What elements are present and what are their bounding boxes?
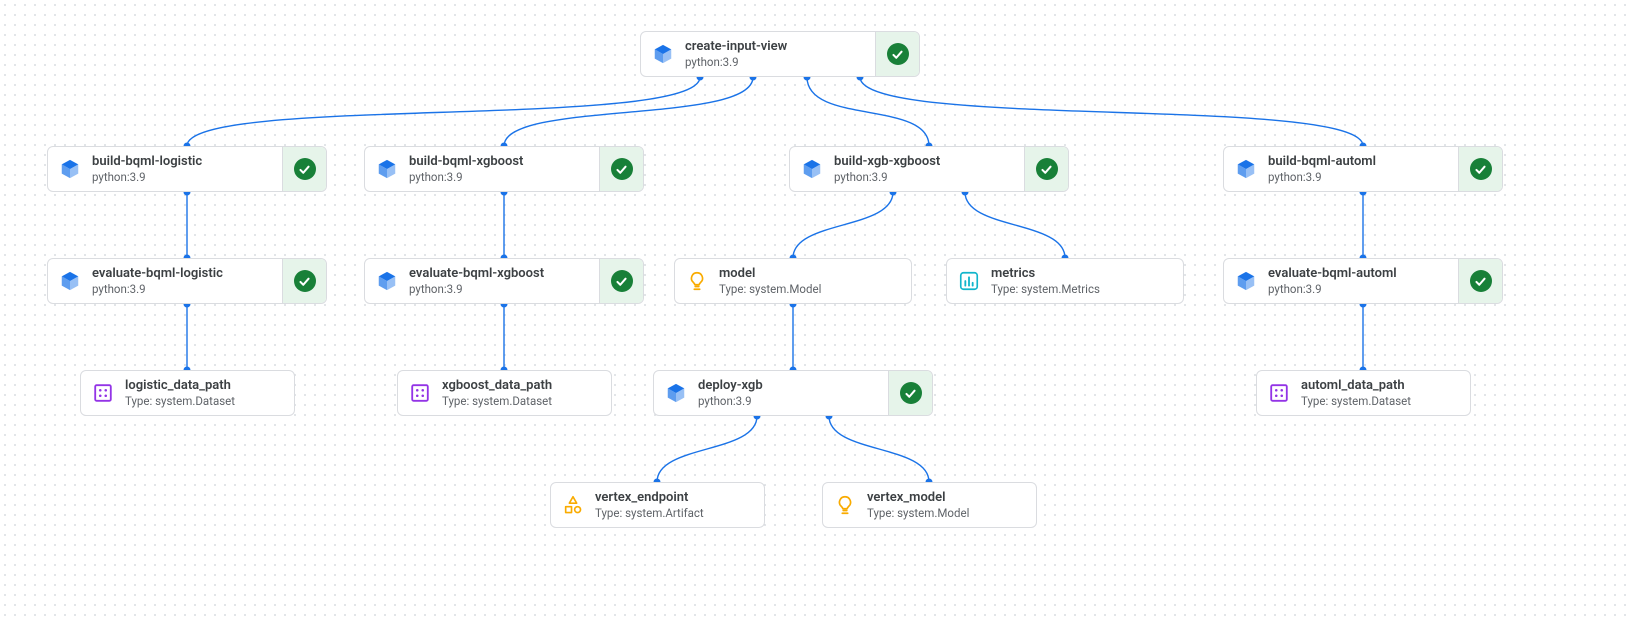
node-vertex-model[interactable]: vertex_model Type: system.Model	[822, 482, 1037, 528]
node-title: logistic_data_path	[125, 378, 286, 394]
node-metrics[interactable]: metrics Type: system.Metrics	[946, 258, 1184, 304]
check-icon	[887, 43, 909, 65]
node-title: deploy-xgb	[698, 378, 880, 394]
node-title: build-bqml-xgboost	[409, 154, 591, 170]
check-icon	[611, 158, 633, 180]
node-build-bqml-logistic[interactable]: build-bqml-logistic python:3.9	[47, 146, 327, 192]
node-title: metrics	[991, 266, 1175, 282]
edges-layer	[0, 0, 1628, 617]
node-subtitle: Type: system.Metrics	[991, 282, 1175, 296]
cube-icon	[48, 147, 92, 191]
cube-icon	[365, 147, 409, 191]
metrics-icon	[947, 259, 991, 303]
node-logistic-data-path[interactable]: logistic_data_path Type: system.Dataset	[80, 370, 295, 416]
status-success	[875, 32, 919, 76]
cube-icon	[790, 147, 834, 191]
node-subtitle: python:3.9	[92, 170, 274, 184]
node-subtitle: Type: system.Dataset	[125, 394, 286, 408]
cube-icon	[365, 259, 409, 303]
node-subtitle: Type: system.Dataset	[1301, 394, 1462, 408]
cube-icon	[1224, 259, 1268, 303]
node-deploy-xgb[interactable]: deploy-xgb python:3.9	[653, 370, 933, 416]
node-title: vertex_endpoint	[595, 490, 756, 506]
check-icon	[1036, 158, 1058, 180]
status-success	[282, 147, 326, 191]
node-vertex-endpoint[interactable]: vertex_endpoint Type: system.Artifact	[550, 482, 765, 528]
node-subtitle: Type: system.Model	[719, 282, 903, 296]
check-icon	[294, 270, 316, 292]
node-automl-data-path[interactable]: automl_data_path Type: system.Dataset	[1256, 370, 1471, 416]
node-title: evaluate-bqml-automl	[1268, 266, 1450, 282]
cube-icon	[654, 371, 698, 415]
check-icon	[1470, 158, 1492, 180]
node-evaluate-bqml-xgboost[interactable]: evaluate-bqml-xgboost python:3.9	[364, 258, 644, 304]
node-title: automl_data_path	[1301, 378, 1462, 394]
status-success	[599, 147, 643, 191]
node-title: create-input-view	[685, 39, 867, 55]
node-title: vertex_model	[867, 490, 1028, 506]
check-icon	[1470, 270, 1492, 292]
node-build-xgb-xgboost[interactable]: build-xgb-xgboost python:3.9	[789, 146, 1069, 192]
node-subtitle: python:3.9	[1268, 170, 1450, 184]
cube-icon	[1224, 147, 1268, 191]
model-bulb-icon	[823, 483, 867, 527]
node-title: xgboost_data_path	[442, 378, 603, 394]
dataset-icon	[1257, 371, 1301, 415]
node-title: evaluate-bqml-logistic	[92, 266, 274, 282]
cube-icon	[48, 259, 92, 303]
dataset-icon	[81, 371, 125, 415]
model-bulb-icon	[675, 259, 719, 303]
node-title: build-bqml-automl	[1268, 154, 1450, 170]
node-build-bqml-xgboost[interactable]: build-bqml-xgboost python:3.9	[364, 146, 644, 192]
node-create-input-view[interactable]: create-input-view python:3.9	[640, 31, 920, 77]
node-title: model	[719, 266, 903, 282]
pipeline-canvas[interactable]: create-input-view python:3.9 build-bqml-…	[0, 0, 1628, 617]
check-icon	[611, 270, 633, 292]
status-success	[1458, 259, 1502, 303]
node-model[interactable]: model Type: system.Model	[674, 258, 912, 304]
node-subtitle: Type: system.Model	[867, 506, 1028, 520]
node-subtitle: python:3.9	[1268, 282, 1450, 296]
status-success	[282, 259, 326, 303]
status-success	[599, 259, 643, 303]
status-success	[1458, 147, 1502, 191]
node-evaluate-bqml-automl[interactable]: evaluate-bqml-automl python:3.9	[1223, 258, 1503, 304]
node-build-bqml-automl[interactable]: build-bqml-automl python:3.9	[1223, 146, 1503, 192]
artifact-icon	[551, 483, 595, 527]
node-subtitle: python:3.9	[409, 170, 591, 184]
cube-icon	[641, 32, 685, 76]
node-subtitle: python:3.9	[834, 170, 1016, 184]
status-success	[888, 371, 932, 415]
node-title: build-bqml-logistic	[92, 154, 274, 170]
status-success	[1024, 147, 1068, 191]
node-subtitle: python:3.9	[92, 282, 274, 296]
check-icon	[900, 382, 922, 404]
dataset-icon	[398, 371, 442, 415]
node-title: build-xgb-xgboost	[834, 154, 1016, 170]
check-icon	[294, 158, 316, 180]
node-subtitle: python:3.9	[409, 282, 591, 296]
node-title: evaluate-bqml-xgboost	[409, 266, 591, 282]
node-subtitle: python:3.9	[698, 394, 880, 408]
node-subtitle: python:3.9	[685, 55, 867, 69]
node-subtitle: Type: system.Dataset	[442, 394, 603, 408]
node-xgboost-data-path[interactable]: xgboost_data_path Type: system.Dataset	[397, 370, 612, 416]
node-evaluate-bqml-logistic[interactable]: evaluate-bqml-logistic python:3.9	[47, 258, 327, 304]
node-subtitle: Type: system.Artifact	[595, 506, 756, 520]
